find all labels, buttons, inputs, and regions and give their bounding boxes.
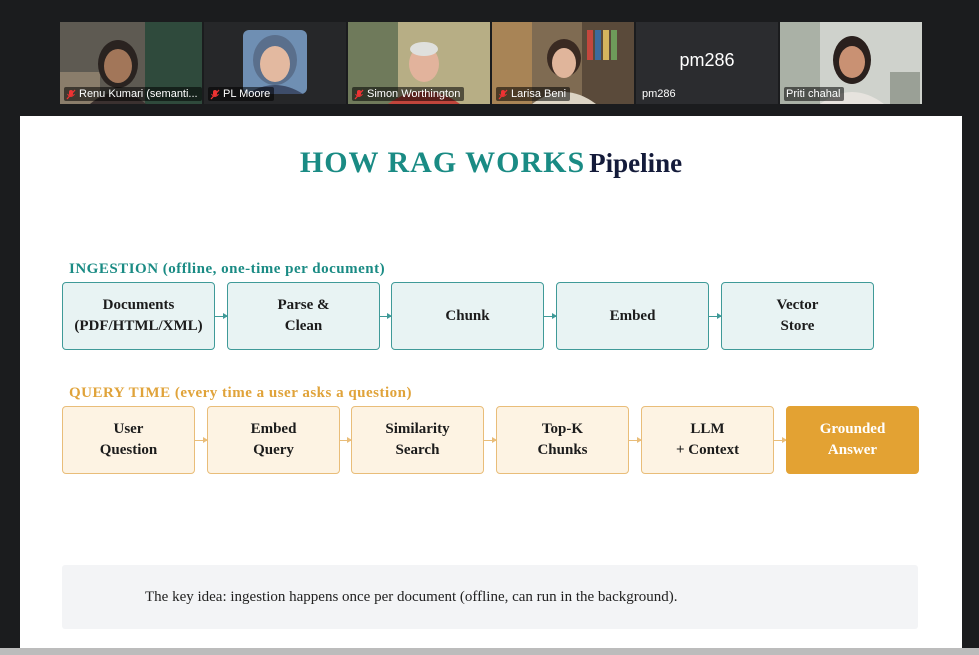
- ingestion-step-vector-store: Vector Store: [721, 282, 874, 350]
- query-step-top-k-chunks: Top-K Chunks: [496, 406, 629, 474]
- participant-name: Larisa Beni: [511, 88, 567, 100]
- query-step-similarity-search: Similarity Search: [351, 406, 484, 474]
- participant-tile-renu[interactable]: Renu Kumari (semanti...: [60, 22, 202, 104]
- arrow-right-icon: [544, 313, 557, 319]
- slide-title-main: HOW RAG WORKS: [299, 146, 586, 179]
- participant-center-label: pm286: [679, 50, 735, 70]
- arrow-right-icon: [629, 437, 642, 443]
- arrow-right-icon: [340, 437, 352, 443]
- participant-name: Priti chahal: [786, 88, 841, 100]
- participant-name: PL Moore: [223, 88, 271, 100]
- query-step-llm-context: LLM + Context: [641, 406, 774, 474]
- ingestion-label: INGESTION (offline, one-time per documen…: [69, 261, 386, 277]
- ingestion-step-embed: Embed: [556, 282, 709, 350]
- arrow-right-icon: [195, 437, 208, 443]
- slide-title: HOW RAG WORKS Pipeline: [20, 146, 962, 180]
- participant-tile-simon[interactable]: Simon Worthington: [348, 22, 490, 104]
- muted-mic-icon: [66, 89, 76, 100]
- slide-title-sub: Pipeline: [589, 148, 683, 178]
- query-step-grounded-answer: Grounded Answer: [786, 406, 919, 474]
- query-step-user-question: User Question: [62, 406, 195, 474]
- participant-nameplate: Renu Kumari (semanti...: [64, 87, 202, 101]
- key-idea-callout: The key idea: ingestion happens once per…: [62, 565, 918, 629]
- muted-mic-icon: [498, 89, 508, 100]
- query-time-label: QUERY TIME (every time a user asks a que…: [69, 385, 413, 401]
- participant-name: Simon Worthington: [367, 88, 461, 100]
- ingestion-step-documents: Documents (PDF/HTML/XML): [62, 282, 215, 350]
- participant-tile-pm286[interactable]: pm286 pm286: [636, 22, 778, 104]
- participant-nameplate: PL Moore: [208, 87, 275, 101]
- shared-slide: HOW RAG WORKS Pipeline INGESTION (offlin…: [20, 116, 962, 655]
- participant-nameplate: Larisa Beni: [496, 87, 571, 101]
- participant-nameplate: pm286: [640, 87, 680, 101]
- window-bottom-bar: [0, 648, 979, 655]
- query-step-embed-query: Embed Query: [207, 406, 340, 474]
- arrow-right-icon: [215, 313, 228, 319]
- arrow-right-icon: [484, 437, 497, 443]
- ingestion-step-parse: Parse & Clean: [227, 282, 380, 350]
- arrow-right-icon: [380, 313, 392, 319]
- ingestion-step-chunk: Chunk: [391, 282, 544, 350]
- muted-mic-icon: [354, 89, 364, 100]
- participant-nameplate: Priti chahal: [784, 87, 845, 101]
- participant-name: Renu Kumari (semanti...: [79, 88, 198, 100]
- arrow-right-icon: [774, 437, 787, 443]
- arrow-right-icon: [709, 313, 722, 319]
- participant-name: pm286: [642, 88, 676, 100]
- muted-mic-icon: [210, 89, 220, 100]
- key-idea-text: The key idea: ingestion happens once per…: [145, 588, 678, 605]
- participant-tile-pl-moore[interactable]: PL Moore: [204, 22, 346, 104]
- participant-tile-larisa[interactable]: Larisa Beni: [492, 22, 634, 104]
- participant-nameplate: Simon Worthington: [352, 87, 465, 101]
- participant-tile-priti[interactable]: Priti chahal: [780, 22, 922, 104]
